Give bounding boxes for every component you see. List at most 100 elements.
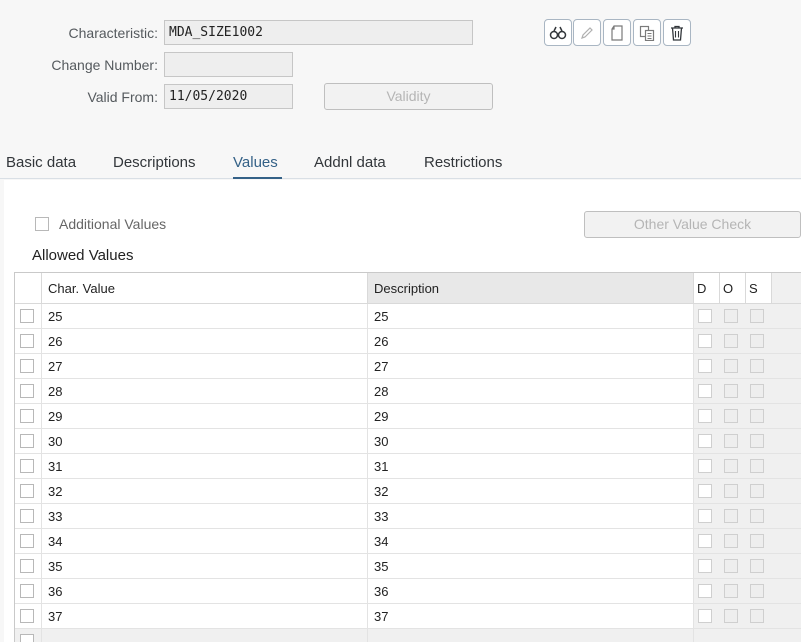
table-row[interactable]: 31 31 (15, 454, 801, 479)
flag-s-checkbox[interactable] (750, 559, 764, 573)
description-cell[interactable]: 29 (368, 404, 694, 429)
flag-o-checkbox[interactable] (724, 534, 738, 548)
flag-d-checkbox[interactable] (698, 609, 712, 623)
flag-s-checkbox[interactable] (750, 459, 764, 473)
create-button[interactable] (603, 19, 631, 46)
flag-d-checkbox[interactable] (698, 484, 712, 498)
flag-o-checkbox[interactable] (724, 484, 738, 498)
char-value-cell[interactable] (42, 629, 368, 642)
flag-d-checkbox[interactable] (698, 309, 712, 323)
description-cell[interactable]: 35 (368, 554, 694, 579)
description-cell[interactable]: 25 (368, 304, 694, 329)
flag-d-checkbox[interactable] (698, 509, 712, 523)
table-row[interactable]: 37 37 (15, 604, 801, 629)
char-value-cell[interactable]: 29 (42, 404, 368, 429)
table-row[interactable]: 29 29 (15, 404, 801, 429)
header-d[interactable]: D (694, 273, 720, 304)
table-row[interactable] (15, 629, 801, 642)
header-char-value[interactable]: Char. Value (42, 273, 368, 304)
description-cell[interactable]: 36 (368, 579, 694, 604)
flag-d-checkbox[interactable] (698, 359, 712, 373)
flag-s-checkbox[interactable] (750, 534, 764, 548)
change-number-field[interactable] (164, 52, 293, 77)
description-cell[interactable]: 28 (368, 379, 694, 404)
header-s[interactable]: S (746, 273, 772, 304)
description-cell[interactable]: 26 (368, 329, 694, 354)
flag-o-checkbox[interactable] (724, 509, 738, 523)
flag-o-checkbox[interactable] (724, 359, 738, 373)
flag-o-checkbox[interactable] (724, 459, 738, 473)
edit-button[interactable] (573, 19, 601, 46)
flag-s-checkbox[interactable] (750, 384, 764, 398)
flag-d-checkbox[interactable] (698, 334, 712, 348)
char-value-cell[interactable]: 26 (42, 329, 368, 354)
flag-o-checkbox[interactable] (724, 384, 738, 398)
flag-s-checkbox[interactable] (750, 359, 764, 373)
flag-d-checkbox[interactable] (698, 459, 712, 473)
table-row[interactable]: 28 28 (15, 379, 801, 404)
flag-o-checkbox[interactable] (724, 584, 738, 598)
flag-d-checkbox[interactable] (698, 534, 712, 548)
char-value-cell[interactable]: 34 (42, 529, 368, 554)
flag-o-checkbox[interactable] (724, 559, 738, 573)
valid-from-field[interactable]: 11/05/2020 (164, 84, 293, 109)
tab-values[interactable]: Values (233, 154, 278, 171)
tab-addnl-data[interactable]: Addnl data (314, 154, 386, 171)
description-cell[interactable]: 33 (368, 504, 694, 529)
description-cell[interactable]: 34 (368, 529, 694, 554)
char-value-cell[interactable]: 30 (42, 429, 368, 454)
flag-o-checkbox[interactable] (724, 434, 738, 448)
table-row[interactable]: 35 35 (15, 554, 801, 579)
char-value-cell[interactable]: 32 (42, 479, 368, 504)
flag-d-checkbox[interactable] (698, 434, 712, 448)
tab-basic-data[interactable]: Basic data (6, 154, 76, 171)
char-value-cell[interactable]: 27 (42, 354, 368, 379)
flag-o-checkbox[interactable] (724, 334, 738, 348)
char-value-cell[interactable]: 25 (42, 304, 368, 329)
flag-o-checkbox[interactable] (724, 309, 738, 323)
table-row[interactable]: 30 30 (15, 429, 801, 454)
header-description[interactable]: Description (368, 273, 694, 304)
description-cell[interactable] (368, 629, 694, 642)
char-value-cell[interactable]: 31 (42, 454, 368, 479)
table-row[interactable]: 34 34 (15, 529, 801, 554)
flag-s-checkbox[interactable] (750, 309, 764, 323)
char-value-cell[interactable]: 37 (42, 604, 368, 629)
flag-s-checkbox[interactable] (750, 509, 764, 523)
description-cell[interactable]: 30 (368, 429, 694, 454)
table-row[interactable]: 36 36 (15, 579, 801, 604)
flag-s-checkbox[interactable] (750, 609, 764, 623)
description-cell[interactable]: 32 (368, 479, 694, 504)
description-cell[interactable]: 27 (368, 354, 694, 379)
char-value-cell[interactable]: 36 (42, 579, 368, 604)
flag-d-checkbox[interactable] (698, 384, 712, 398)
flag-s-checkbox[interactable] (750, 584, 764, 598)
table-row[interactable]: 26 26 (15, 329, 801, 354)
flag-s-checkbox[interactable] (750, 409, 764, 423)
header-o[interactable]: O (720, 273, 746, 304)
delete-button[interactable] (663, 19, 691, 46)
flag-s-checkbox[interactable] (750, 484, 764, 498)
description-cell[interactable]: 31 (368, 454, 694, 479)
flag-s-checkbox[interactable] (750, 334, 764, 348)
flag-s-checkbox[interactable] (750, 434, 764, 448)
flag-d-checkbox[interactable] (698, 409, 712, 423)
additional-values-checkbox[interactable] (35, 217, 49, 231)
other-value-check-button[interactable]: Other Value Check (584, 211, 801, 238)
validity-button[interactable]: Validity (324, 83, 493, 110)
tab-descriptions[interactable]: Descriptions (113, 154, 196, 171)
table-row[interactable]: 32 32 (15, 479, 801, 504)
flag-d-checkbox[interactable] (698, 584, 712, 598)
table-row[interactable]: 27 27 (15, 354, 801, 379)
flag-o-checkbox[interactable] (724, 609, 738, 623)
characteristic-field[interactable]: MDA_SIZE1002 (164, 20, 473, 45)
tab-restrictions[interactable]: Restrictions (424, 154, 502, 171)
flag-o-checkbox[interactable] (724, 409, 738, 423)
flag-d-checkbox[interactable] (698, 559, 712, 573)
char-value-cell[interactable]: 35 (42, 554, 368, 579)
char-value-cell[interactable]: 28 (42, 379, 368, 404)
description-cell[interactable]: 37 (368, 604, 694, 629)
copy-button[interactable] (633, 19, 661, 46)
char-value-cell[interactable]: 33 (42, 504, 368, 529)
display-button[interactable] (544, 19, 572, 46)
